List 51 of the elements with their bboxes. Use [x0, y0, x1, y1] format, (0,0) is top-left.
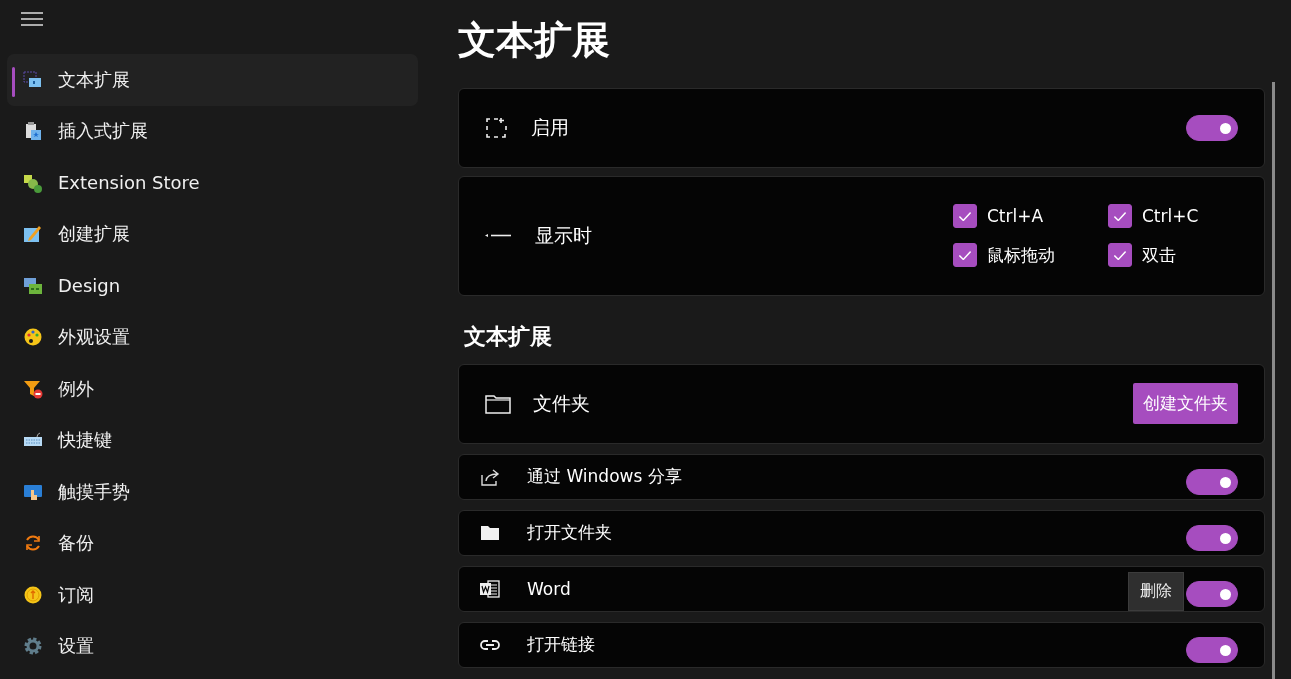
- create-folder-button[interactable]: 创建文件夹: [1133, 383, 1238, 425]
- toggle-switch[interactable]: [1186, 524, 1238, 551]
- extension-label: Word: [527, 578, 571, 599]
- checkbox[interactable]: Ctrl+A: [953, 204, 1108, 229]
- extension-label: 通过 Windows 分享: [527, 465, 682, 489]
- windows-icon: [23, 275, 43, 296]
- setting-label: 启用: [531, 114, 569, 140]
- sidebar-item[interactable]: 文本扩展: [7, 54, 418, 106]
- menu-icon: [21, 12, 43, 26]
- checkmark-icon: [1114, 250, 1126, 260]
- palette-icon: [23, 327, 43, 348]
- sidebar-item[interactable]: 订阅: [7, 569, 418, 621]
- delete-tooltip: 删除: [1128, 572, 1184, 612]
- sidebar-item[interactable]: Design: [7, 260, 418, 312]
- folder-icon: [485, 392, 511, 415]
- sidebar-item[interactable]: 设置: [7, 620, 418, 672]
- toggle-switch[interactable]: [1186, 468, 1238, 495]
- setting-label: 文件夹: [533, 390, 590, 416]
- checkbox[interactable]: 鼠标拖动: [953, 243, 1108, 268]
- coin-icon: [23, 584, 43, 605]
- extension-label: 打开文件夹: [527, 521, 612, 545]
- sidebar-item[interactable]: 外观设置: [7, 311, 418, 363]
- sidebar-item[interactable]: Extension Store: [7, 157, 418, 209]
- sidebar-item[interactable]: 触摸手势: [7, 466, 418, 518]
- document-icon: [479, 577, 501, 600]
- menu-button[interactable]: [21, 12, 43, 26]
- page-title: 文本扩展: [458, 18, 611, 64]
- checkbox[interactable]: 双击: [1108, 243, 1238, 268]
- sidebar-item[interactable]: 例外: [7, 363, 418, 415]
- toggle-switch[interactable]: [1186, 636, 1238, 663]
- section-title: 文本扩展: [464, 322, 553, 351]
- filter-icon: [23, 378, 43, 399]
- checkbox[interactable]: Ctrl+C: [1108, 204, 1238, 229]
- shapes-icon: [23, 172, 43, 193]
- toggle-switch[interactable]: [1186, 580, 1238, 607]
- text-selection-icon: [23, 69, 43, 90]
- checkmark-icon: [959, 211, 971, 221]
- sidebar-item[interactable]: 备份: [7, 517, 418, 569]
- checkmark-icon: [1114, 211, 1126, 221]
- dash-icon: [485, 233, 511, 239]
- clipboard-icon: [23, 121, 43, 142]
- checkmark-icon: [959, 250, 971, 260]
- sidebar-item[interactable]: 创建扩展: [7, 208, 418, 260]
- extension-label: 打开链接: [527, 633, 595, 657]
- pencil-icon: [23, 224, 43, 245]
- settings-icon: [23, 636, 43, 657]
- sidebar-item[interactable]: 插入式扩展: [7, 105, 418, 157]
- setting-label: 显示时: [535, 222, 592, 248]
- toggle-switch[interactable]: [1186, 114, 1238, 141]
- selection-add-icon: [485, 115, 509, 140]
- sidebar-item[interactable]: 快捷键: [7, 414, 418, 466]
